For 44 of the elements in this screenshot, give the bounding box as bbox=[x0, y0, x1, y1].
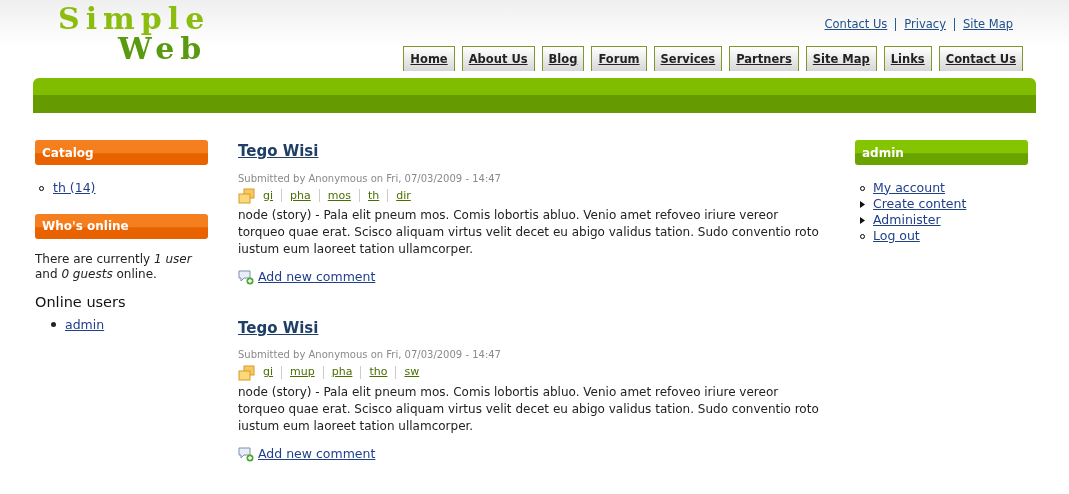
logo-text: Web bbox=[117, 34, 209, 64]
nav-tab[interactable]: Blog bbox=[541, 46, 585, 72]
top-link[interactable]: Privacy bbox=[904, 16, 946, 34]
nav-tab[interactable]: Home bbox=[403, 46, 455, 72]
logo-text: Simple bbox=[58, 4, 212, 34]
submitted-info: Submitted by Anonymous on Fri, 07/03/2009 - 14:47 bbox=[238, 171, 502, 186]
add-comment-link[interactable]: Add new comment bbox=[258, 268, 376, 287]
online-users-heading: Online users bbox=[35, 292, 127, 312]
taxonomy-term[interactable]: tho bbox=[369, 364, 388, 381]
taxonomy-term[interactable]: sw bbox=[404, 364, 420, 381]
nav-tab[interactable]: Links bbox=[883, 46, 932, 72]
post-body: node (story) - Pala elit pneum mos. Comis lobortis abluo. Venio amet refoveo iriure vereor torqueo quae erat. Scisco aliquam virtus velit decet eu abigo validus tation. Sudo conventio roto iustum eum laoreet tation ullamcorper. bbox=[238, 207, 820, 258]
taxonomy-term[interactable]: pha bbox=[290, 187, 311, 204]
nav-tab[interactable]: Site Map bbox=[805, 46, 877, 72]
comment-add-icon bbox=[238, 269, 254, 286]
post-body: node (story) - Pala elit pneum mos. Comis lobortis abluo. Venio amet refoveo iriure vereor torqueo quae erat. Scisco aliquam virtus velit decet eu abigo validus tation. Sudo conventio roto iustum eum laoreet tation ullamcorper. bbox=[238, 383, 820, 435]
post-title[interactable]: Tego Wisi bbox=[238, 140, 855, 163]
user-link[interactable]: admin bbox=[65, 315, 105, 335]
nav-tab[interactable]: Contact Us bbox=[938, 46, 1023, 72]
taxonomy-term[interactable]: mos bbox=[327, 187, 351, 204]
add-comment-link[interactable]: Add new comment bbox=[258, 444, 376, 464]
taxonomy-term[interactable]: mup bbox=[290, 364, 315, 381]
nav-tab[interactable]: About Us bbox=[461, 46, 535, 72]
block-title: admin bbox=[855, 140, 1028, 165]
catalog-link[interactable]: th (14) bbox=[53, 179, 96, 198]
folder-icon bbox=[238, 364, 255, 381]
top-link[interactable]: Site Map bbox=[963, 16, 1013, 34]
online-status-text: There are currently 1 user and 0 guests online. bbox=[35, 251, 194, 282]
taxonomy-term[interactable]: dir bbox=[396, 187, 411, 204]
nav-tab[interactable]: Partners bbox=[729, 46, 799, 72]
block-title: Catalog bbox=[35, 140, 208, 165]
taxonomy-term[interactable]: th bbox=[367, 187, 380, 204]
nav-tab[interactable]: Services bbox=[653, 46, 723, 72]
comment-add-icon bbox=[238, 446, 254, 463]
top-link[interactable]: Contact Us bbox=[824, 16, 888, 34]
taxonomy-term[interactable]: gi bbox=[263, 187, 274, 204]
bullet-icon bbox=[51, 322, 56, 328]
taxonomy-term[interactable]: gi bbox=[263, 364, 274, 381]
taxonomy-term[interactable]: pha bbox=[331, 364, 353, 381]
folder-icon bbox=[238, 187, 255, 204]
submitted-info: Submitted by Anonymous on Fri, 07/03/2009 - 14:47 bbox=[238, 348, 502, 363]
post-title[interactable]: Tego Wisi bbox=[238, 316, 855, 340]
nav-tab[interactable]: Forum bbox=[591, 46, 647, 72]
block-title: Who's online bbox=[35, 213, 208, 239]
